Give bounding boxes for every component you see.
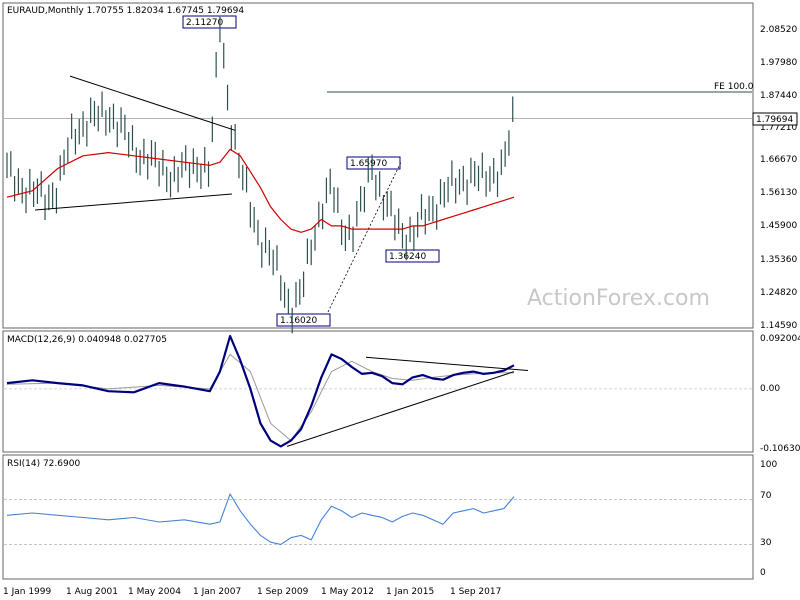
macd-tick-label: 0.092004 xyxy=(760,334,800,344)
rsi-tick-label: 0 xyxy=(760,568,766,578)
price-tick-label: 1.66670 xyxy=(760,155,797,165)
price-tick-label: 1.87440 xyxy=(760,91,797,101)
watermark: ActionForex.com xyxy=(527,286,710,311)
x-tick-label: 1 Jan 2015 xyxy=(386,587,434,597)
annotation-label: 2.11270 xyxy=(186,18,223,28)
annotation-label: 1.16020 xyxy=(280,316,317,326)
x-tick-label: 1 May 2012 xyxy=(321,587,374,597)
x-tick-label: 1 May 2004 xyxy=(128,587,181,597)
rsi-tick-label: 70 xyxy=(760,491,772,501)
x-tick-label: 1 Jan 2007 xyxy=(193,587,241,597)
x-tick-label: 1 Sep 2017 xyxy=(450,587,501,597)
price-tick-label: 1.14590 xyxy=(760,321,797,331)
price-tick-label: 2.08520 xyxy=(760,25,797,35)
price-tick-label: 1.56130 xyxy=(760,188,797,198)
rsi-tick-label: 30 xyxy=(760,538,772,548)
rsi-y-axis: 100 70 30 0 xyxy=(760,460,777,578)
x-tick-label: 1 Jan 1999 xyxy=(3,587,51,597)
annotation-label: 1.36240 xyxy=(389,252,426,262)
x-tick-label: 1 Sep 2009 xyxy=(257,587,309,597)
price-tick-label: 1.24820 xyxy=(760,288,797,298)
macd-panel-title: MACD(12,26,9) 0.040948 0.027705 xyxy=(7,335,167,345)
current-price-label: 1.79694 xyxy=(756,115,793,125)
macd-tick-label: 0.00 xyxy=(760,384,780,394)
x-axis: 1 Jan 1999 1 Aug 2001 1 May 2004 1 Jan 2… xyxy=(3,587,501,597)
price-tick-label: 1.35360 xyxy=(760,255,797,265)
x-tick-label: 1 Aug 2001 xyxy=(66,587,118,597)
rsi-tick-label: 100 xyxy=(760,460,777,470)
price-panel-title: EURAUD,Monthly 1.70755 1.82034 1.67745 1… xyxy=(7,6,244,16)
fe-level-label: FE 100.0 xyxy=(714,82,754,92)
rsi-panel-title: RSI(14) 72.6900 xyxy=(7,459,80,469)
price-tick-label: 1.45900 xyxy=(760,221,797,231)
macd-tick-label: -0.106308 xyxy=(760,444,800,454)
price-tick-label: 1.97980 xyxy=(760,58,797,68)
macd-y-axis: 0.092004 0.00 -0.106308 xyxy=(760,334,800,454)
price-y-axis: 2.08520 1.97980 1.87440 1.77210 1.66670 … xyxy=(760,25,797,331)
euraud-monthly-chart: ActionForex.com EURAUD,Monthly 1.70755 1… xyxy=(2,2,800,597)
